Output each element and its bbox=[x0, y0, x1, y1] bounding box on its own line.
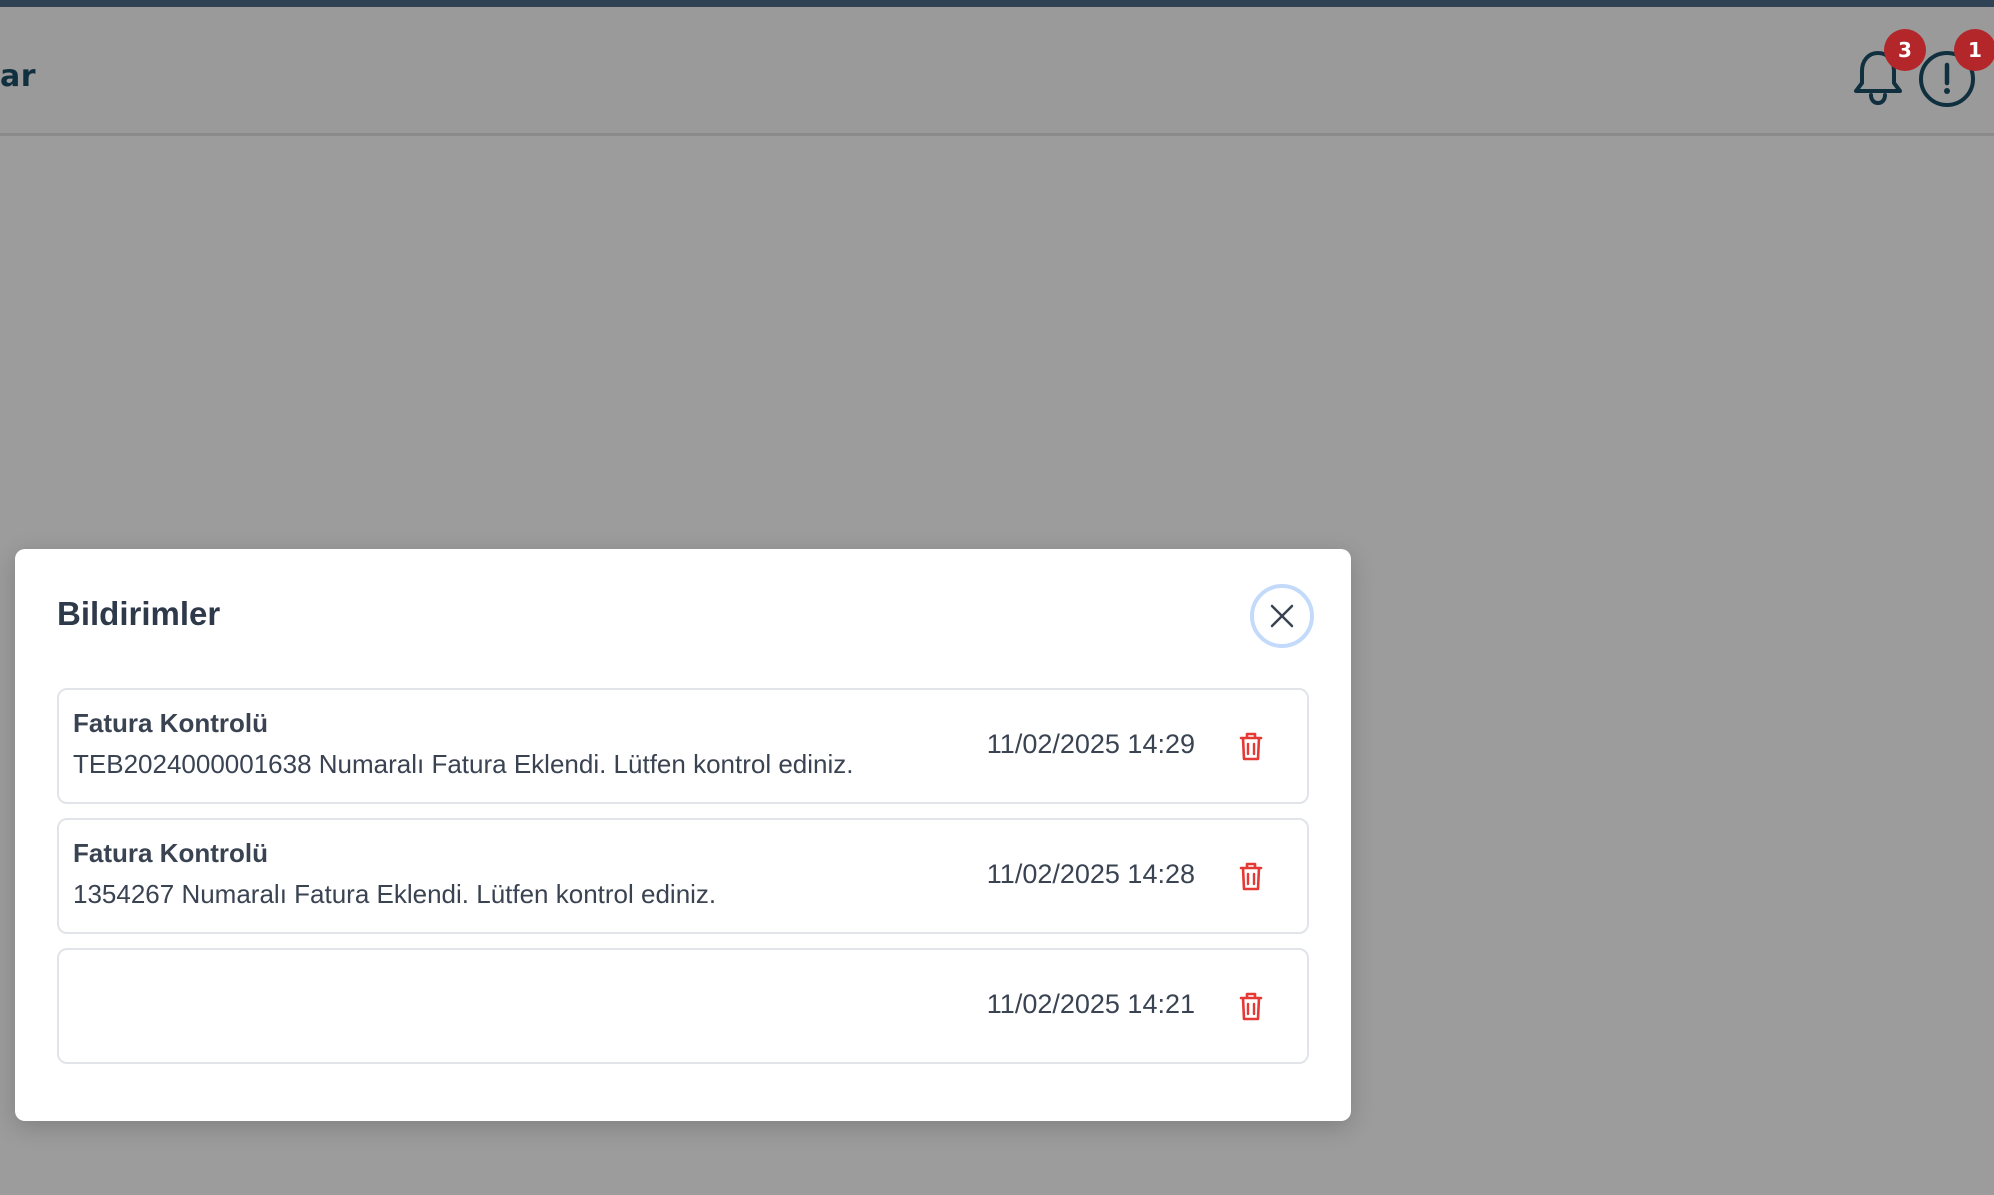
notification-message: TEB2024000001638 Numaralı Fatura Eklendi… bbox=[73, 749, 854, 779]
modal-title: Bildirimler bbox=[57, 595, 221, 632]
app-header: ar 3 1 bbox=[0, 7, 1994, 136]
alerts-count-badge: 1 bbox=[1954, 29, 1994, 71]
notification-title: Fatura Kontrolü bbox=[73, 838, 268, 868]
delete-notification-button[interactable] bbox=[1233, 728, 1269, 764]
notification-item[interactable]: Fatura Kontrolü TEB2024000001638 Numaral… bbox=[57, 688, 1309, 804]
notification-title: Fatura Kontrolü bbox=[73, 708, 268, 738]
trash-icon bbox=[1239, 732, 1263, 761]
delete-notification-button[interactable] bbox=[1233, 858, 1269, 894]
notification-message: 1354267 Numaralı Fatura Eklendi. Lütfen … bbox=[73, 879, 717, 909]
trash-icon bbox=[1239, 992, 1263, 1021]
close-icon bbox=[1270, 604, 1294, 628]
notification-item[interactable]: 11/02/2025 14:21 bbox=[57, 948, 1309, 1064]
header-title: ar bbox=[0, 59, 37, 94]
notification-date: 11/02/2025 14:28 bbox=[986, 859, 1195, 889]
delete-notification-button[interactable] bbox=[1233, 988, 1269, 1024]
notification-item[interactable]: Fatura Kontrolü 1354267 Numaralı Fatura … bbox=[57, 818, 1309, 934]
notification-date: 11/02/2025 14:21 bbox=[986, 989, 1195, 1019]
top-accent-bar bbox=[0, 0, 1994, 7]
notification-date: 11/02/2025 14:29 bbox=[986, 729, 1195, 759]
close-button[interactable] bbox=[1250, 584, 1314, 648]
trash-icon bbox=[1239, 862, 1263, 891]
notifications-modal: Bildirimler Fatura Kontrolü TEB202400000… bbox=[15, 549, 1351, 1121]
